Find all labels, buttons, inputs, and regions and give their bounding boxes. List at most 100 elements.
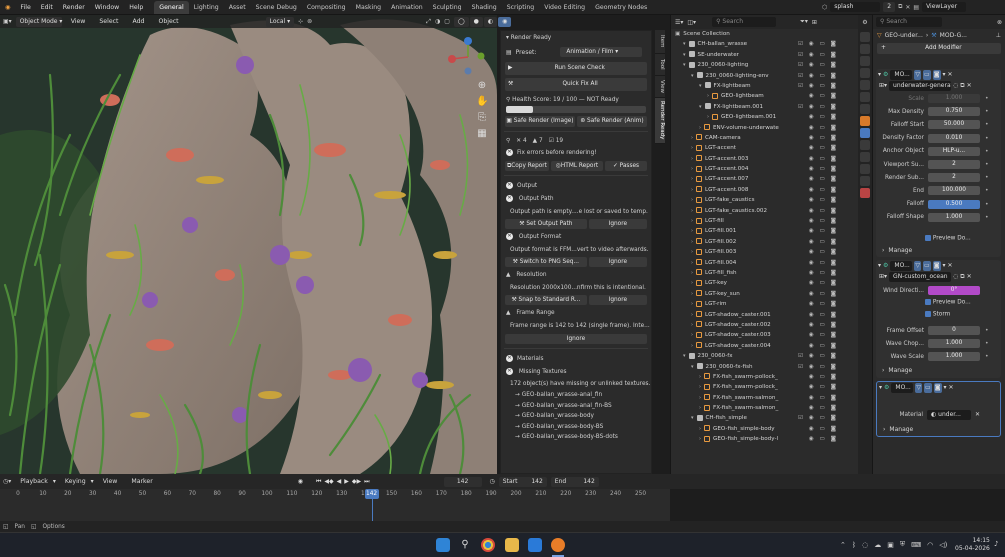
- collapse-icon[interactable]: ▾: [878, 262, 881, 269]
- 3d-viewport[interactable]: ⊕ ✋ ⎘ ▦: [0, 15, 497, 474]
- wifi-icon[interactable]: ◠: [927, 541, 933, 549]
- outliner-row[interactable]: › LGT-shadow_caster.003 ◉ ▭ ◙: [671, 330, 858, 340]
- viewport-menu-select[interactable]: Select: [94, 14, 123, 29]
- visibility-toggles-icon[interactable]: ◉ ▭ ◙: [809, 112, 838, 122]
- chevron-right-icon[interactable]: ›: [691, 228, 693, 234]
- visibility-toggles-icon[interactable]: ◉ ▭ ◙: [809, 226, 838, 236]
- material-tab-icon[interactable]: [860, 188, 870, 198]
- chevron-right-icon[interactable]: ›: [707, 114, 709, 120]
- world-tab-icon[interactable]: [860, 92, 870, 102]
- safe-render-image-button[interactable]: ▣ Safe Render (Image): [505, 116, 575, 127]
- outliner-row[interactable]: › LGT-accent.004 ◉ ▭ ◙: [671, 164, 858, 174]
- material-field[interactable]: ◐ under...: [927, 409, 971, 420]
- app-tray-icon[interactable]: ▣: [887, 541, 894, 549]
- viewport-toggle-icon[interactable]: ▭: [923, 260, 931, 271]
- close-icon[interactable]: ✕: [967, 82, 972, 89]
- shield-icon[interactable]: ⛨: [900, 540, 905, 549]
- current-frame-field[interactable]: 142: [443, 476, 482, 487]
- manage-row[interactable]: › Manage: [876, 365, 1004, 376]
- outliner-row[interactable]: › LGT-accent ◉ ▭ ◙: [671, 143, 858, 153]
- scene-name-field[interactable]: splash: [830, 2, 881, 12]
- tab-animation[interactable]: Animation: [386, 1, 428, 14]
- outliner-row[interactable]: › LGT-fill ◉ ▭ ◙: [671, 216, 858, 226]
- chevron-right-icon[interactable]: ›: [691, 332, 693, 338]
- keyframe-dot-icon[interactable]: •: [985, 135, 989, 142]
- chevron-right-icon[interactable]: ›: [691, 218, 693, 224]
- ignore-button[interactable]: Ignore: [588, 219, 647, 229]
- chevron-right-icon[interactable]: ›: [707, 93, 709, 99]
- blender-logo-icon[interactable]: ◉: [0, 0, 15, 15]
- properties-editor-icon[interactable]: ⚙: [858, 15, 872, 30]
- tab-compositing[interactable]: Compositing: [302, 1, 351, 14]
- visibility-toggles-icon[interactable]: ◉ ▭ ◙: [809, 123, 838, 133]
- snap-icon[interactable]: ⊹: [298, 18, 303, 25]
- tab-general[interactable]: General: [154, 1, 189, 14]
- viewport-menu-add[interactable]: Add: [127, 14, 149, 29]
- outliner-row[interactable]: › ENV-volume-underwate ◉ ▭ ◙: [671, 123, 858, 133]
- properties-search-input[interactable]: ⚲ Search: [876, 17, 942, 27]
- visibility-toggles-icon[interactable]: ☑ ◉ ▭ ◙: [798, 102, 838, 112]
- ignore-button[interactable]: Ignore: [588, 257, 647, 267]
- visibility-toggles-icon[interactable]: ◉ ▭ ◙: [809, 237, 838, 247]
- visibility-toggles-icon[interactable]: ◉ ▭ ◙: [809, 424, 838, 434]
- visibility-toggles-icon[interactable]: ◉ ▭ ◙: [809, 403, 838, 413]
- safe-render-anim-button[interactable]: ⊛ Safe Render (Anim): [577, 116, 647, 127]
- chevron-right-icon[interactable]: ›: [691, 145, 693, 151]
- chrome-icon[interactable]: [481, 538, 495, 552]
- property-field[interactable]: 0: [928, 326, 980, 335]
- outliner-row[interactable]: ▾ 230_0060-fx ☑ ◉ ▭ ◙: [671, 351, 858, 361]
- playhead-frame[interactable]: 142: [364, 489, 379, 499]
- navigation-gizmo[interactable]: [448, 37, 488, 77]
- fake-user-icon[interactable]: ◌: [953, 273, 958, 280]
- edit-mode-toggle-icon[interactable]: ▽: [915, 382, 923, 393]
- property-field[interactable]: 0.010: [928, 133, 980, 143]
- html-report-button[interactable]: ◎HTML Report: [551, 161, 603, 171]
- wind-direction-field[interactable]: 0°: [928, 286, 980, 295]
- visibility-toggles-icon[interactable]: ◉ ▭ ◙: [809, 320, 838, 330]
- fake-user-icon[interactable]: ◌: [953, 82, 958, 89]
- expand-icon[interactable]: ▾: [683, 41, 686, 47]
- render-toggle-icon[interactable]: ◙: [933, 382, 942, 393]
- preview-row-2[interactable]: Preview Do...: [925, 299, 971, 306]
- dropdown-icon[interactable]: ▾: [943, 71, 946, 78]
- visibility-toggles-icon[interactable]: ☑ ◉ ▭ ◙: [798, 351, 838, 361]
- chevron-right-icon[interactable]: ›: [691, 291, 693, 297]
- dropdown-icon[interactable]: ▾: [944, 384, 947, 391]
- chevron-right-icon[interactable]: ›: [691, 322, 693, 328]
- outliner-row[interactable]: › LGT-fake_caustics ◉ ▭ ◙: [671, 195, 858, 205]
- keyframe-dot-icon[interactable]: •: [985, 340, 989, 347]
- windows-start-icon[interactable]: [436, 538, 450, 552]
- particles-tab-icon[interactable]: [860, 140, 870, 150]
- chevron-right-icon[interactable]: ›: [691, 312, 693, 318]
- copy-icon[interactable]: ⧉: [960, 273, 964, 281]
- tab-geometry-nodes[interactable]: Geometry Nodes: [590, 1, 652, 14]
- property-field[interactable]: 1.000: [928, 94, 980, 103]
- checkbox-checked-icon[interactable]: [925, 311, 931, 317]
- jump-end-icon[interactable]: ⏭: [364, 478, 369, 486]
- visibility-toggles-icon[interactable]: ☑ ◉ ▭ ◙: [798, 413, 838, 423]
- chevron-right-icon[interactable]: ›: [691, 343, 693, 349]
- outliner-row[interactable]: ▾ SE-underwater ☑ ◉ ▭ ◙: [671, 50, 858, 60]
- outliner-row[interactable]: ▾ FX-lightbeam ☑ ◉ ▭ ◙: [671, 81, 858, 91]
- outliner-row[interactable]: › LGT-fill_fish ◉ ▭ ◙: [671, 268, 858, 278]
- switch-png-button[interactable]: ⚒ Switch to PNG Seq...: [505, 257, 587, 267]
- viewport-menu-view[interactable]: View: [66, 14, 91, 29]
- modifier-2-name[interactable]: MO...: [890, 260, 913, 271]
- expand-icon[interactable]: ▾: [691, 415, 694, 421]
- checkbox-checked-icon[interactable]: [925, 235, 931, 241]
- tab-scene-debug[interactable]: Scene Debug: [251, 1, 302, 14]
- visibility-toggles-icon[interactable]: ◉ ▭ ◙: [809, 258, 838, 268]
- outliner-row[interactable]: › LGT-key ◉ ▭ ◙: [671, 278, 858, 288]
- chevron-right-icon[interactable]: ›: [691, 197, 693, 203]
- visibility-toggles-icon[interactable]: ◉ ▭ ◙: [809, 133, 838, 143]
- visibility-toggles-icon[interactable]: ◉ ▭ ◙: [809, 143, 838, 153]
- chevron-right-icon[interactable]: ›: [699, 384, 701, 390]
- scene-users-count[interactable]: 2: [883, 2, 896, 12]
- visibility-toggles-icon[interactable]: ☑ ◉ ▭ ◙: [798, 39, 838, 49]
- visibility-toggles-icon[interactable]: ◉ ▭ ◙: [809, 310, 838, 320]
- perspective-grid-icon[interactable]: ▦: [476, 126, 488, 142]
- outliner-row[interactable]: › LGT-key_sun ◉ ▭ ◙: [671, 289, 858, 299]
- scene-close-icon[interactable]: ✕: [905, 4, 910, 11]
- sidebar-tab-view[interactable]: View: [655, 76, 665, 98]
- menu-file[interactable]: File: [15, 0, 35, 15]
